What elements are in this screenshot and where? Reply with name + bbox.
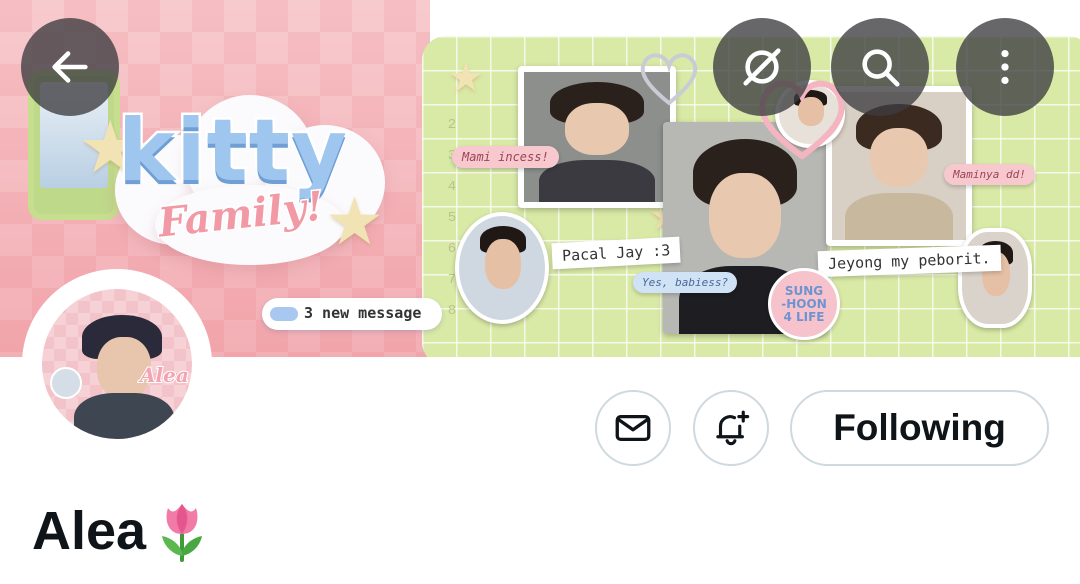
notifications-button[interactable] xyxy=(693,390,769,466)
search-button[interactable] xyxy=(831,18,929,116)
new-message-text: 3 new message xyxy=(304,304,422,322)
search-icon xyxy=(862,49,900,87)
grok-icon xyxy=(743,48,781,86)
more-vertical-icon xyxy=(1001,49,1009,85)
profile-screen: 2 3 4 5 6 7 8 ★ ★ ★ ★ kitty Family! 3 ne… xyxy=(0,0,1080,584)
banner-ruler: 2 3 4 5 6 7 8 xyxy=(447,117,457,319)
envelope-icon xyxy=(615,414,651,442)
bell-plus-icon xyxy=(716,410,750,446)
arrow-left-icon xyxy=(52,51,88,83)
speech-bubble-yes: Yes, babiess? xyxy=(633,272,738,293)
heart-clip-sticker xyxy=(640,53,698,106)
avatar[interactable]: Alea xyxy=(42,289,192,439)
speech-bubble-maminya: Maminya dd! xyxy=(944,164,1035,185)
more-button[interactable] xyxy=(956,18,1054,116)
collage-circle-photo xyxy=(455,212,549,324)
profile-display-name: Alea xyxy=(32,498,210,564)
speech-bubble-mami: Mami incess! xyxy=(452,146,559,168)
sunghoon-badge: SUNG -HOON 4 LIFE xyxy=(768,268,840,340)
collage-circle-photo xyxy=(958,228,1032,328)
grok-button[interactable] xyxy=(713,18,811,116)
new-message-pill: 3 new message xyxy=(262,298,442,330)
star-sticker: ★ xyxy=(448,56,484,100)
following-button[interactable]: Following xyxy=(790,390,1049,466)
display-name-text: Alea xyxy=(32,501,147,561)
banner-logo-title: kitty xyxy=(116,101,350,201)
avatar-name-tag: Alea xyxy=(139,362,190,388)
back-button[interactable] xyxy=(21,18,119,116)
tulip-emoji xyxy=(162,504,203,562)
message-button[interactable] xyxy=(595,390,671,466)
